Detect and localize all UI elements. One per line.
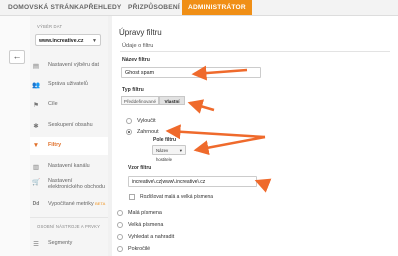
type-predefined-button[interactable]: Předdefinované xyxy=(121,96,159,105)
view-section-label: VÝBĚR DAT xyxy=(37,24,63,29)
filter-field-label: Pole filtru xyxy=(153,137,177,143)
sidebar: VÝBĚR DAT www.increative.cz ▼ ▤ Nastaven… xyxy=(30,16,108,256)
segments-icon: ☰ xyxy=(33,241,39,248)
include-radio[interactable] xyxy=(126,129,132,135)
sidebar-item-goals[interactable]: ⚑ Cíle xyxy=(30,101,108,109)
uppercase-label: Velká písmena xyxy=(128,222,164,228)
case-sensitive-checkbox[interactable] xyxy=(129,194,135,200)
filter-type-label: Typ filtru xyxy=(122,87,144,93)
filter-name-input[interactable]: Ghost spam xyxy=(121,67,261,78)
filter-pattern-input[interactable]: increative\.cz|www\.increative\.cz xyxy=(128,176,257,187)
find-replace-label: Vyhledat a nahradit xyxy=(128,234,175,240)
top-navigation: DOMOVSKÁ STRÁNKA PŘEHLEDY PŘIZPŮSOBENÍ A… xyxy=(0,0,398,16)
channel-icon: ▥ xyxy=(32,164,40,171)
figure-icon: ✱ xyxy=(33,123,39,130)
view-selector-value: www.increative.cz xyxy=(39,38,84,44)
sidebar-item-segments[interactable]: ☰ Segmenty xyxy=(30,240,108,248)
sidebar-item-view-settings[interactable]: ▤ Nastavení výběru dat xyxy=(30,62,108,70)
case-sensitive-label: Rozlišovat malá a velká písmena xyxy=(140,194,214,200)
main-panel: Úpravy filtru Údaje o filtru Název filtr… xyxy=(112,16,398,256)
filter-field-value: Název hostitele xyxy=(156,148,173,162)
users-icon: 👥 xyxy=(32,82,41,89)
filter-pattern-label: Vzor filtru xyxy=(128,165,152,171)
sidebar-item-calculated-metrics[interactable]: Dd Vypočítané metriky BETA xyxy=(30,201,108,209)
sidebar-item-content-grouping[interactable]: ✱ Seskupení obsahu xyxy=(30,122,108,130)
lowercase-label: Malá písmena xyxy=(128,210,162,216)
type-custom-button[interactable]: Vlastní xyxy=(159,96,185,105)
view-selector[interactable]: www.increative.cz ▼ xyxy=(35,34,101,46)
lowercase-radio[interactable] xyxy=(117,210,123,216)
flag-icon: ⚑ xyxy=(33,102,39,109)
section-divider xyxy=(120,51,390,52)
section-title: Údaje o filtru xyxy=(122,43,154,49)
back-arrow-icon[interactable]: ← xyxy=(9,50,25,64)
exclude-radio[interactable] xyxy=(126,118,132,124)
sidebar-item-user-management[interactable]: 👥 Správa uživatelů xyxy=(30,81,108,89)
personal-section-label: OSOBNÍ NÁSTROJE A PRVKY xyxy=(37,224,101,229)
sidebar-item-channel-settings[interactable]: ▥ Nastavení kanálu xyxy=(30,163,108,171)
dd-icon: Dd xyxy=(32,201,40,207)
uppercase-radio[interactable] xyxy=(117,222,123,228)
cart-icon: 🛒 xyxy=(32,179,41,186)
page-title: Úpravy filtru xyxy=(119,28,162,37)
tab-customization[interactable]: PŘIZPŮSOBENÍ xyxy=(128,0,180,15)
tab-home[interactable]: DOMOVSKÁ STRÁNKA xyxy=(8,0,84,15)
tab-reports[interactable]: PŘEHLEDY xyxy=(84,0,122,15)
left-strip: ← xyxy=(0,16,31,256)
include-label: Zahrnout xyxy=(137,129,159,135)
sidebar-item-filters[interactable]: ▼ Filtry xyxy=(30,137,108,155)
funnel-icon: ▼ xyxy=(32,142,40,149)
sidebar-divider xyxy=(30,217,108,218)
beta-badge: BETA xyxy=(95,201,106,206)
filter-name-label: Název filtru xyxy=(122,57,150,63)
filter-field-dropdown[interactable]: Název hostitele ▾ xyxy=(152,145,186,162)
find-replace-radio[interactable] xyxy=(117,234,123,240)
tab-admin[interactable]: ADMINISTRÁTOR xyxy=(182,0,252,15)
advanced-radio[interactable] xyxy=(117,246,123,252)
chevron-down-icon: ▾ xyxy=(179,148,182,153)
sidebar-item-ecommerce-settings[interactable]: 🛒 Nastavení elektronického obchodu xyxy=(30,178,108,194)
advanced-label: Pokročilé xyxy=(128,246,151,252)
document-icon: ▤ xyxy=(32,63,40,70)
exclude-label: Vyloučit xyxy=(137,118,156,124)
chevron-down-icon: ▼ xyxy=(92,38,97,44)
